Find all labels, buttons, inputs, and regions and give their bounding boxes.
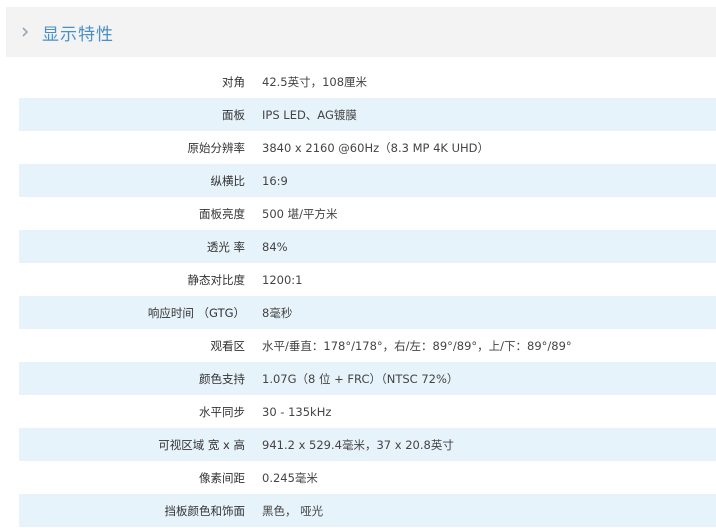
spec-value: 水平/垂直：178°/178°，右/左：89°/89°，上/下：89°/89° <box>262 338 572 353</box>
table-row: 透光 率 84% <box>19 230 716 263</box>
spec-label: 面板 <box>222 107 245 122</box>
spec-label: 纵横比 <box>210 173 246 188</box>
spec-value: 3840 x 2160 @60Hz（8.3 MP 4K UHD） <box>262 140 490 155</box>
spec-label: 挡板颜色和饰面 <box>164 503 246 518</box>
spec-value: 941.2 x 529.4毫米，37 x 20.8英寸 <box>262 437 454 452</box>
spec-label: 观看区 <box>210 338 246 353</box>
spec-value: 500 堪/平方米 <box>262 206 338 221</box>
spec-label: 面板亮度 <box>199 206 245 221</box>
spec-value: 黑色， 哑光 <box>262 503 324 518</box>
spec-value: 84% <box>262 239 288 254</box>
table-row: 响应时间 （GTG） 8毫秒 <box>19 296 716 329</box>
spec-value: 1200:1 <box>262 272 303 287</box>
table-row: 像素间距 0.245毫米 <box>19 461 716 494</box>
spec-value: 16:9 <box>262 173 288 188</box>
table-row: 纵横比 16:9 <box>19 164 716 197</box>
table-row: 面板 IPS LED、AG镀膜 <box>19 98 716 131</box>
table-row: 原始分辨率 3840 x 2160 @60Hz（8.3 MP 4K UHD） <box>19 131 716 164</box>
spec-label: 原始分辨率 <box>187 140 246 155</box>
table-row: 水平同步 30 - 135kHz <box>19 395 716 428</box>
spec-label: 对角 <box>222 74 245 89</box>
chevron-right-icon[interactable] <box>15 22 35 42</box>
spec-table: 对角 42.5英寸，108厘米 面板 IPS LED、AG镀膜 原始分辨率 38… <box>19 65 716 527</box>
spec-label: 可视区域 宽 x 高 <box>158 437 245 452</box>
section-header[interactable]: 显示特性 <box>6 7 716 57</box>
table-row: 颜色支持 1.07G（8 位 + FRC）（NTSC 72%） <box>19 362 716 395</box>
spec-value: 1.07G（8 位 + FRC）（NTSC 72%） <box>262 371 459 386</box>
spec-label: 透光 率 <box>206 239 245 254</box>
table-row: 面板亮度 500 堪/平方米 <box>19 197 716 230</box>
table-row: 静态对比度 1200:1 <box>19 263 716 296</box>
table-row: 观看区 水平/垂直：178°/178°，右/左：89°/89°，上/下：89°/… <box>19 329 716 362</box>
table-row: 对角 42.5英寸，108厘米 <box>19 65 716 98</box>
spec-label: 响应时间 （GTG） <box>147 305 245 320</box>
spec-value: 8毫秒 <box>262 305 293 320</box>
spec-label: 水平同步 <box>199 404 245 419</box>
spec-value: IPS LED、AG镀膜 <box>262 107 357 122</box>
section-title: 显示特性 <box>42 24 114 45</box>
spec-value: 0.245毫米 <box>262 470 318 485</box>
spec-value: 30 - 135kHz <box>262 404 332 419</box>
table-row: 挡板颜色和饰面 黑色， 哑光 <box>19 494 716 527</box>
spec-label: 静态对比度 <box>187 272 246 287</box>
spec-label: 颜色支持 <box>199 371 245 386</box>
table-row: 可视区域 宽 x 高 941.2 x 529.4毫米，37 x 20.8英寸 <box>19 428 716 461</box>
spec-value: 42.5英寸，108厘米 <box>262 74 368 89</box>
spec-label: 像素间距 <box>199 470 245 485</box>
